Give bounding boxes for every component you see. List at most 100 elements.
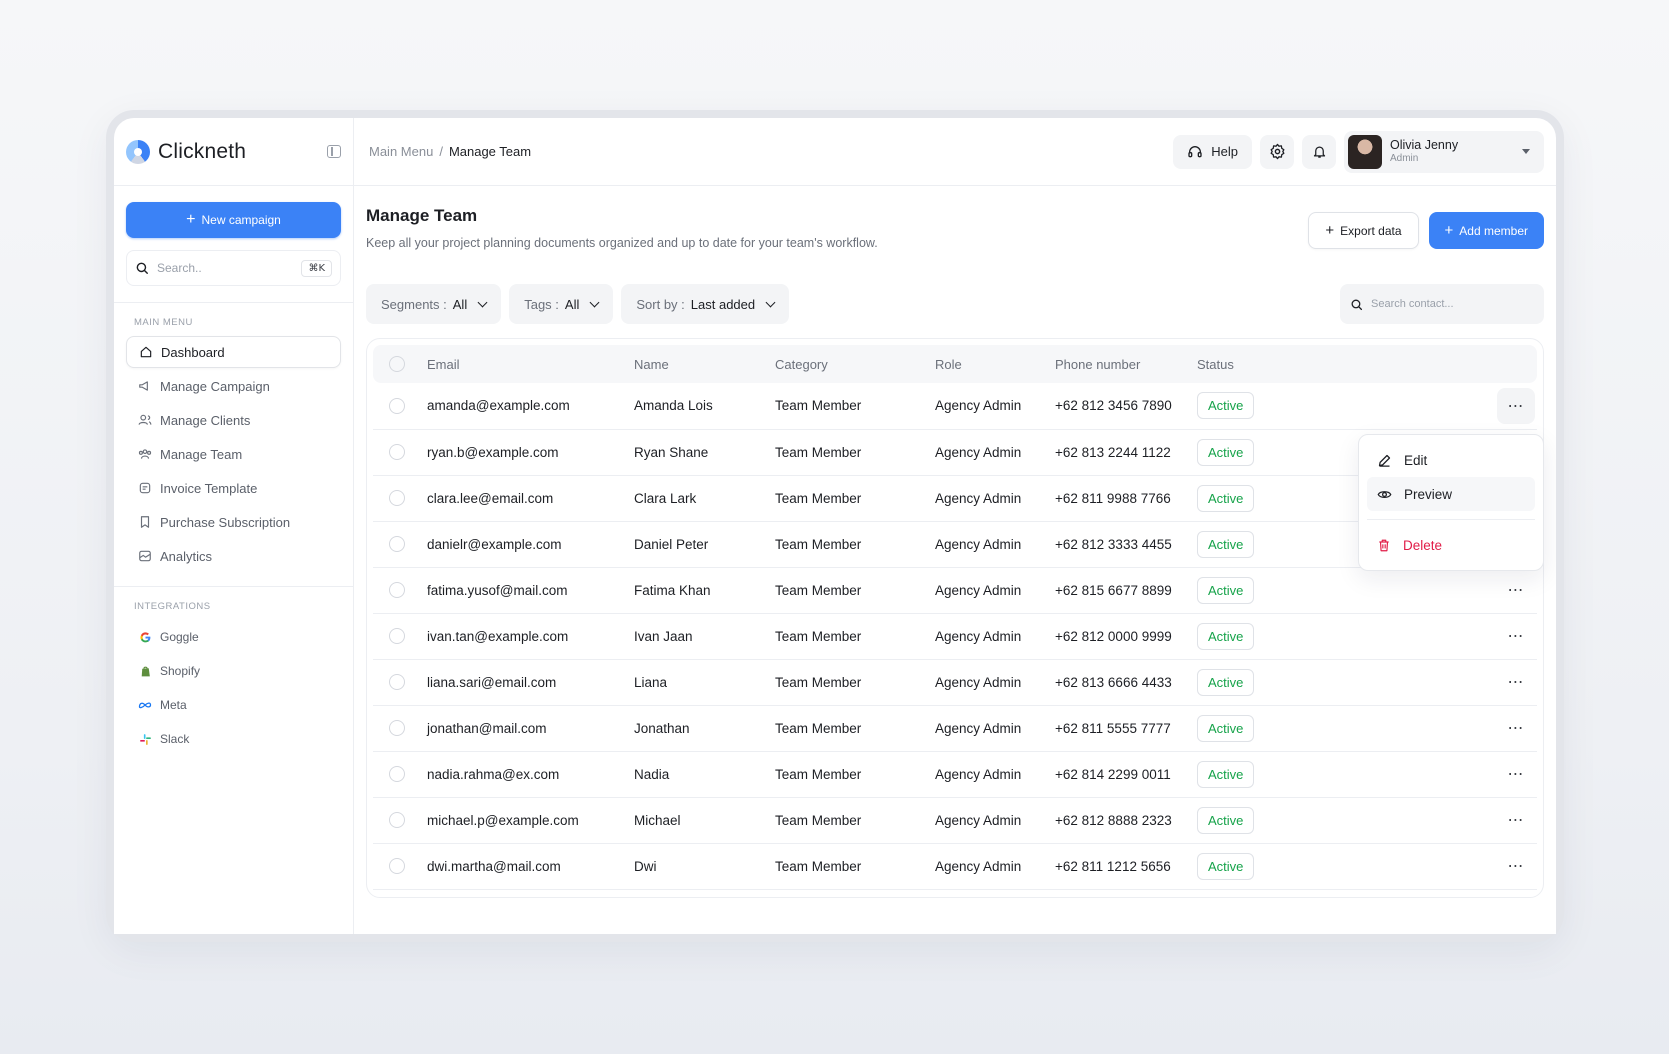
header-email[interactable]: Email — [427, 345, 634, 383]
more-options-icon[interactable]: ⋯ — [1497, 710, 1535, 746]
search-contact-input[interactable]: Search contact... — [1340, 284, 1544, 324]
avatar — [1348, 134, 1382, 169]
cell-category: Team Member — [775, 429, 935, 476]
cell-role: Agency Admin — [935, 705, 1055, 752]
cell-phone: +62 813 6666 4433 — [1055, 659, 1197, 706]
plus-icon: + — [186, 211, 196, 228]
bookmark-icon — [138, 515, 152, 529]
preview-menu-item[interactable]: Preview — [1367, 477, 1535, 511]
cell-name: Daniel Peter — [634, 521, 775, 568]
sidebar-item-manage-team[interactable]: Manage Team — [126, 438, 341, 470]
table-row[interactable]: fatima.yusof@mail.com Fatima Khan Team Mem… — [373, 567, 1537, 614]
export-label: Export data — [1340, 223, 1402, 238]
sidebar-item-label: Dashboard — [161, 344, 225, 360]
chevron-down-icon — [589, 297, 600, 308]
row-checkbox[interactable] — [389, 536, 405, 552]
export-data-button[interactable]: + Export data — [1308, 212, 1419, 249]
more-options-icon[interactable]: ⋯ — [1497, 848, 1535, 884]
tags-value: All — [564, 296, 580, 312]
row-checkbox[interactable] — [389, 490, 405, 506]
table-row[interactable]: dwi.martha@mail.com Dwi Team Member Agency … — [373, 843, 1537, 890]
search-icon — [1351, 299, 1363, 310]
more-options-icon[interactable]: ⋯ — [1497, 756, 1535, 792]
breadcrumb-root[interactable]: Main Menu — [369, 144, 433, 159]
table-row[interactable]: jonathan@mail.com Jonathan Team Member Agen… — [373, 705, 1537, 752]
cell-phone: +62 811 9988 7766 — [1055, 475, 1197, 522]
cell-category: Team Member — [775, 751, 935, 798]
row-action-menu: Edit Preview Delete — [1358, 434, 1544, 571]
sidebar-item-manage-campaign[interactable]: Manage Campaign — [126, 370, 341, 402]
table-row[interactable]: amanda@example.com Amanda Lois Team Member… — [373, 383, 1537, 430]
segments-filter[interactable]: Segments : All — [366, 284, 502, 324]
table-row[interactable]: ivan.tan@example.com Ivan Jaan Team Member… — [373, 613, 1537, 660]
edit-menu-item[interactable]: Edit — [1367, 443, 1535, 477]
integration-meta[interactable]: Meta — [114, 688, 353, 722]
integration-slack[interactable]: Slack — [114, 722, 353, 756]
help-button[interactable]: Help — [1173, 134, 1252, 169]
cell-name: Clara Lark — [634, 475, 775, 522]
row-checkbox[interactable] — [389, 858, 405, 874]
cell-email: danielr@example.com — [427, 521, 634, 568]
table-row[interactable]: michael.p@example.com Michael Team Member A… — [373, 797, 1537, 844]
notifications-button[interactable] — [1302, 134, 1336, 169]
more-options-icon[interactable]: ⋯ — [1497, 618, 1535, 654]
integration-google[interactable]: Goggle — [114, 620, 353, 654]
row-checkbox[interactable] — [389, 397, 405, 414]
status-badge: Active — [1197, 668, 1255, 696]
cell-status: Active — [1197, 567, 1377, 614]
megaphone-icon — [138, 379, 152, 393]
row-checkbox[interactable] — [389, 766, 405, 782]
sidebar-item-purchase-subscription[interactable]: Purchase Subscription — [126, 506, 341, 538]
status-badge: Active — [1197, 484, 1255, 512]
row-checkbox[interactable] — [389, 444, 405, 460]
row-checkbox[interactable] — [389, 582, 405, 598]
integration-label: Goggle — [160, 630, 199, 644]
select-all-checkbox[interactable] — [389, 356, 405, 372]
cell-email: jonathan@mail.com — [427, 705, 634, 752]
sidebar-search-input[interactable]: Search.. ⌘K — [126, 250, 341, 286]
sidebar-top: + New campaign Search.. ⌘K — [114, 186, 353, 303]
chevron-down-icon — [765, 297, 776, 308]
sort-filter[interactable]: Sort by : Last added — [621, 284, 790, 324]
page-subtitle: Keep all your project planning documents… — [366, 236, 878, 250]
sidebar-item-analytics[interactable]: Analytics — [126, 540, 341, 572]
sidebar-item-dashboard[interactable]: Dashboard — [126, 336, 341, 368]
integration-shopify[interactable]: Shopify — [114, 654, 353, 688]
row-checkbox[interactable] — [389, 812, 405, 828]
header-category[interactable]: Category — [775, 345, 935, 383]
row-checkbox[interactable] — [389, 720, 405, 736]
pencil-icon — [1378, 454, 1391, 467]
more-options-icon[interactable]: ⋯ — [1497, 664, 1535, 700]
header-role[interactable]: Role — [935, 345, 1055, 383]
cell-email: michael.p@example.com — [427, 797, 634, 844]
sidebar-item-invoice-template[interactable]: Invoice Template — [126, 472, 341, 504]
more-options-icon[interactable]: ⋯ — [1497, 572, 1535, 608]
header-phone[interactable]: Phone number — [1055, 345, 1197, 383]
header-actions — [1377, 345, 1537, 383]
header-status[interactable]: Status — [1197, 345, 1377, 383]
more-options-icon[interactable]: ⋯ — [1497, 802, 1535, 838]
settings-button[interactable] — [1260, 134, 1294, 169]
new-campaign-button[interactable]: + New campaign — [126, 202, 341, 238]
search-contact-placeholder: Search contact... — [1371, 298, 1454, 310]
row-checkbox[interactable] — [389, 674, 405, 690]
row-checkbox[interactable] — [389, 628, 405, 644]
sidebar-toggle-icon[interactable] — [327, 145, 341, 158]
delete-menu-item[interactable]: Delete — [1367, 528, 1535, 562]
table-row[interactable]: nadia.rahma@ex.com Nadia Team Member Agency… — [373, 751, 1537, 798]
home-icon — [139, 345, 153, 359]
cell-phone: +62 815 6677 8899 — [1055, 567, 1197, 614]
add-member-button[interactable]: + Add member — [1428, 212, 1544, 249]
cell-role: Agency Admin — [935, 521, 1055, 568]
header-name[interactable]: Name — [634, 345, 775, 383]
plus-icon: + — [1444, 222, 1454, 239]
user-menu[interactable]: Olivia Jenny Admin — [1344, 130, 1544, 173]
select-all-cell — [373, 345, 427, 383]
sidebar-item-manage-clients[interactable]: Manage Clients — [126, 404, 341, 436]
breadcrumb-separator: / — [439, 144, 443, 159]
more-options-icon[interactable]: ⋯ — [1497, 387, 1535, 424]
table-row[interactable]: liana.sari@email.com Liana Team Member Agen… — [373, 659, 1537, 706]
sidebar-item-label: Invoice Template — [160, 480, 258, 496]
tags-filter[interactable]: Tags : All — [509, 284, 614, 324]
user-meta: Olivia Jenny Admin — [1390, 138, 1458, 165]
